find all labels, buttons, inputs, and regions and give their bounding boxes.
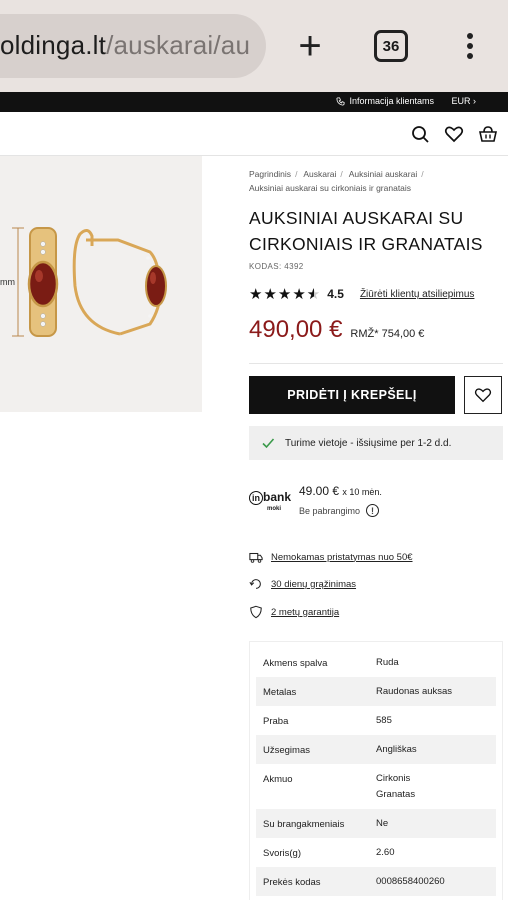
search-icon[interactable] bbox=[410, 124, 430, 144]
rrp-price: RMŽ* 754,00 € bbox=[350, 328, 425, 340]
price: 490,00 € bbox=[249, 316, 343, 343]
table-row: Su brangakmeniais Ne bbox=[256, 809, 496, 838]
basket-icon[interactable] bbox=[478, 124, 498, 144]
earring-image bbox=[12, 227, 167, 337]
breadcrumb-item-earrings[interactable]: Auskarai bbox=[303, 169, 336, 179]
table-row: Užsegimas Angliškas bbox=[256, 735, 496, 764]
breadcrumb-current: Auksiniai auskarai su cirkoniais ir gran… bbox=[249, 183, 412, 193]
breadcrumb: Pagrindinis / Auskarai / Auksiniai auskara… bbox=[249, 167, 503, 195]
wishlist-button[interactable] bbox=[464, 376, 502, 414]
page-title: AUKSINIAI AUSKARAI SU CIRKONIAIS IR GRAN… bbox=[249, 205, 503, 257]
info-icon[interactable]: ! bbox=[366, 504, 380, 517]
reviews-link[interactable]: Žiūrėti klientų atsiliepimus bbox=[360, 289, 475, 300]
no-interest-note: Be pabrangimo! bbox=[299, 504, 380, 517]
return-icon bbox=[249, 579, 261, 589]
perk-label: 30 dienų grąžinimas bbox=[271, 578, 357, 590]
site-header bbox=[0, 112, 508, 156]
table-row: Akmens spalva Ruda bbox=[263, 657, 399, 669]
installment-amount: 49.00 € x 10 mėn. bbox=[299, 484, 382, 498]
title-line-2: CIRKONIAIS IR GRANATAIS bbox=[249, 234, 483, 254]
phone-icon bbox=[336, 96, 345, 106]
new-tab-button[interactable]: + bbox=[288, 24, 332, 68]
inbank-logo-sub: moki bbox=[267, 506, 282, 512]
perk-free-shipping[interactable]: Nemokamas pristatymas nuo 50€ bbox=[249, 549, 413, 565]
top-info-strip: Informacija klientams EUR › bbox=[0, 92, 508, 112]
breadcrumb-item-gold-earrings[interactable]: Auksiniai auskarai bbox=[349, 169, 418, 179]
truck-icon bbox=[249, 552, 263, 563]
rating-value: 4.5 bbox=[327, 287, 344, 301]
product-code: KODAS: 4392 bbox=[249, 262, 304, 271]
customer-info-link[interactable]: Informacija klientams bbox=[336, 96, 434, 106]
check-icon bbox=[262, 438, 275, 449]
table-row: Metalas Raudonas auksas bbox=[256, 677, 496, 706]
specs-table: Akmens spalva Ruda Metalas Raudonas auksas… bbox=[249, 641, 503, 900]
rating-row: ★★★★★★ 4.5 Žiūrėti klientų atsiliepimus bbox=[249, 286, 503, 303]
inbank-logo: in bank bbox=[249, 490, 291, 505]
tab-count: 36 bbox=[382, 37, 400, 55]
perk-returns[interactable]: 30 dienų grąžinimas bbox=[249, 576, 356, 592]
shield-icon bbox=[250, 605, 262, 619]
add-to-cart-button[interactable]: PRIDĖTI Į KREPŠELĮ bbox=[249, 376, 455, 414]
divider bbox=[249, 363, 503, 364]
table-row: Svoris(g) 2.60 bbox=[263, 847, 395, 859]
table-row: Praba 585 bbox=[263, 715, 392, 727]
measure-label: mm bbox=[0, 277, 15, 287]
stock-status: Turime vietoje - išsiųsime per 1-2 d.d. bbox=[249, 426, 503, 460]
rating-stars-icon: ★★★★★★ bbox=[249, 286, 322, 303]
customer-info-label: Informacija klientams bbox=[349, 96, 434, 106]
stock-text: Turime vietoje - išsiųsime per 1-2 d.d. bbox=[285, 437, 452, 449]
product-image[interactable]: mm bbox=[0, 156, 202, 412]
table-row: Akmuo Cirkonis Granatas bbox=[263, 773, 416, 800]
heart-icon bbox=[474, 388, 492, 403]
installment-block[interactable]: in bank moki 49.00 € x 10 mėn. Be pabrang… bbox=[249, 484, 503, 524]
title-line-1: AUKSINIAI AUSKARAI SU bbox=[249, 208, 464, 228]
perk-label: Nemokamas pristatymas nuo 50€ bbox=[271, 551, 413, 563]
perk-warranty[interactable]: 2 metų garantija bbox=[249, 604, 339, 620]
table-row: Prekės kodas 0008658400260 bbox=[256, 867, 496, 896]
currency-select[interactable]: EUR › bbox=[451, 96, 476, 106]
heart-icon[interactable] bbox=[444, 124, 464, 144]
address-bar[interactable]: oldinga.lt/auskarai/au bbox=[0, 14, 266, 78]
browser-menu-icon[interactable] bbox=[455, 24, 485, 68]
url-text: oldinga.lt/auskarai/au bbox=[0, 30, 251, 60]
price-block: 490,00 € RMŽ* 754,00 € bbox=[249, 316, 503, 344]
breadcrumb-item-home[interactable]: Pagrindinis bbox=[249, 169, 291, 179]
browser-toolbar: oldinga.lt/auskarai/au + 36 bbox=[0, 0, 508, 92]
perk-label: 2 metų garantija bbox=[271, 606, 340, 618]
tab-count-button[interactable]: 36 bbox=[374, 30, 408, 62]
